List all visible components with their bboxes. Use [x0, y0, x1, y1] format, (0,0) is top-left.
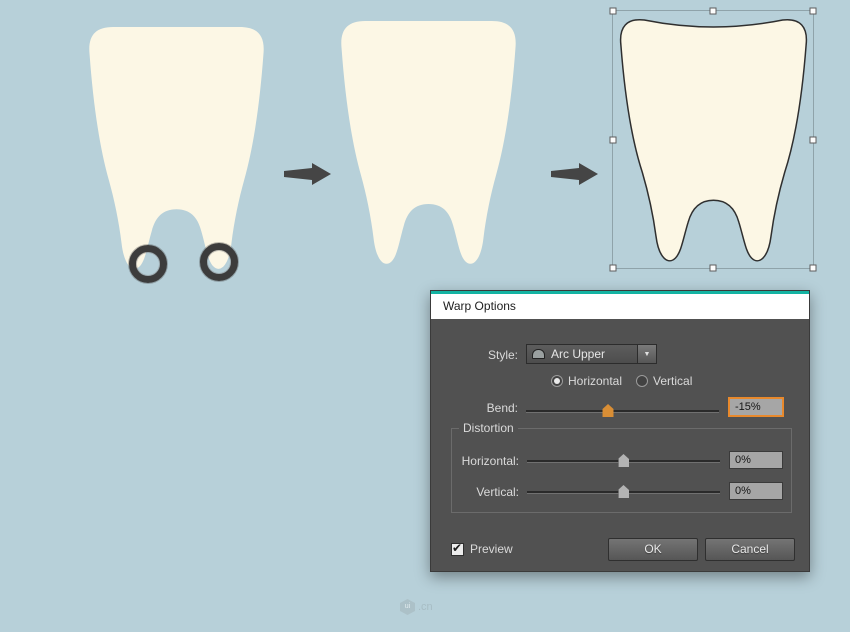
selection-handle[interactable]	[609, 136, 617, 143]
ok-button[interactable]: OK	[608, 538, 698, 561]
arc-upper-icon	[532, 349, 545, 359]
preview-checkbox[interactable]	[451, 541, 464, 556]
distortion-group-title: Distortion	[459, 421, 518, 435]
dialog-title: Warp Options	[443, 299, 516, 313]
radio-vertical-label[interactable]: Vertical	[653, 374, 692, 388]
dialog-drop-shadow	[436, 567, 804, 583]
tooth-shape-step1[interactable]	[85, 26, 268, 273]
distortion-vertical-value-field[interactable]: 0%	[729, 482, 783, 500]
arrow-right-icon	[551, 163, 598, 185]
tooth-shape-step3-selected[interactable]	[616, 13, 811, 266]
arrow-right-icon	[284, 163, 331, 185]
preview-label[interactable]: Preview	[470, 542, 513, 556]
orientation-radio-group: Horizontal Vertical	[551, 374, 706, 388]
distortion-horizontal-slider-thumb[interactable]	[618, 454, 629, 467]
selection-bounding-box	[609, 7, 817, 272]
warp-options-dialog: Warp Options Style: Arc Upper ▼ Horizont…	[430, 290, 810, 583]
style-label: Style:	[487, 348, 518, 362]
selection-handle[interactable]	[609, 264, 617, 272]
distortion-group: Distortion Horizontal: 0% Vertical: 0%	[451, 421, 792, 513]
style-dropdown-value: Arc Upper	[551, 347, 606, 361]
distortion-horizontal-label: Horizontal:	[461, 454, 519, 468]
watermark-text: .cn	[418, 601, 433, 613]
radio-vertical[interactable]	[636, 375, 649, 387]
ellipse-ring-right[interactable]	[200, 243, 238, 281]
preview-row: Preview	[451, 541, 513, 556]
selection-handle[interactable]	[609, 7, 617, 15]
watermark-hexagon-logo: ui	[400, 599, 415, 615]
cancel-button[interactable]: Cancel	[705, 538, 795, 561]
selection-handle[interactable]	[809, 136, 817, 143]
selection-handle[interactable]	[709, 7, 717, 15]
distortion-vertical-slider-track[interactable]	[527, 485, 720, 498]
style-dropdown[interactable]: Arc Upper ▼	[526, 344, 657, 364]
distortion-horizontal-slider-track[interactable]	[527, 454, 720, 467]
radio-horizontal-label[interactable]: Horizontal	[568, 374, 622, 388]
distortion-vertical-slider-thumb[interactable]	[618, 485, 629, 498]
selection-handle[interactable]	[809, 264, 817, 272]
ellipse-ring-left[interactable]	[129, 245, 167, 283]
watermark: ui .cn	[400, 599, 433, 615]
dropdown-arrow-button[interactable]: ▼	[637, 345, 656, 363]
dialog-titlebar[interactable]: Warp Options	[431, 291, 809, 319]
bend-label: Bend:	[486, 401, 518, 415]
bend-slider-track[interactable]	[526, 404, 719, 417]
distortion-vertical-label: Vertical:	[476, 485, 519, 499]
chevron-down-icon: ▼	[643, 350, 651, 358]
selection-handle[interactable]	[709, 264, 717, 272]
selection-handle[interactable]	[809, 7, 817, 15]
bend-slider-thumb[interactable]	[602, 404, 614, 417]
tooth-shape-step2[interactable]	[337, 20, 520, 268]
distortion-horizontal-value-field[interactable]: 0%	[729, 451, 783, 469]
bend-value-field[interactable]: -15%	[728, 397, 784, 417]
radio-horizontal[interactable]	[551, 375, 563, 387]
canvas: Warp Options Style: Arc Upper ▼ Horizont…	[0, 0, 850, 632]
